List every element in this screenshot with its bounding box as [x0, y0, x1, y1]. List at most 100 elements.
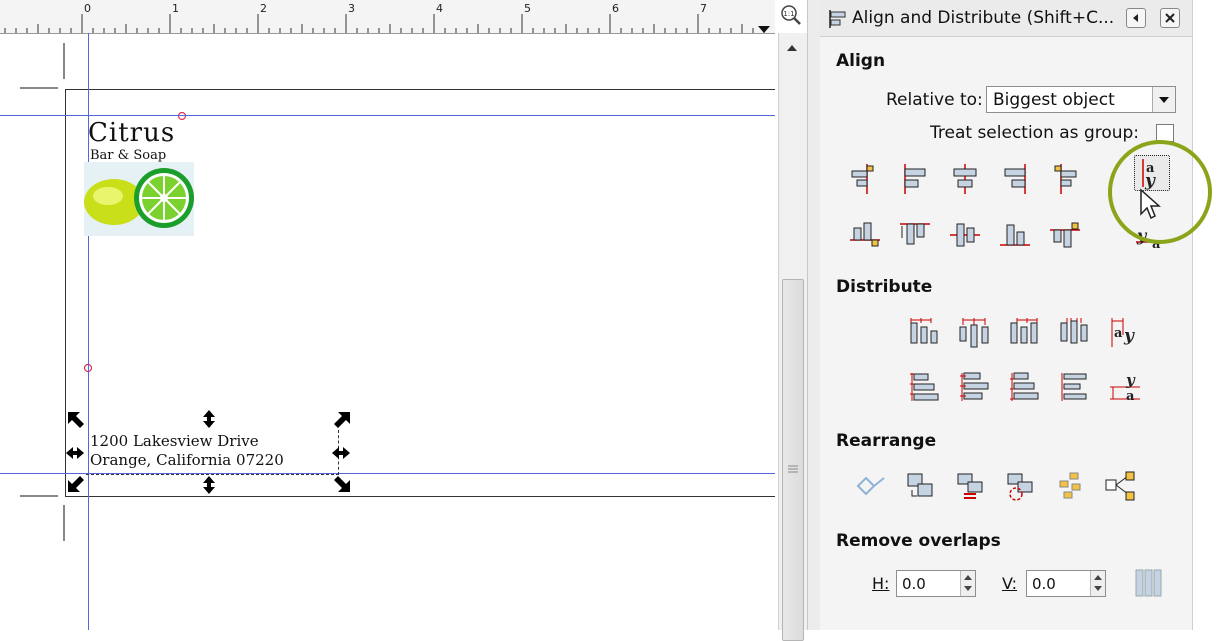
align-right-to-left-button[interactable] [848, 162, 882, 196]
center-on-vertical-axis-icon [953, 164, 977, 194]
dropdown-arrow-icon[interactable] [1152, 87, 1175, 112]
collapse-panel-button[interactable] [1126, 8, 1146, 28]
distribute-gaps-horizontal-icon [1060, 318, 1088, 344]
horizontal-ruler[interactable]: 0 1 2 3 4 5 6 7 [0, 0, 775, 34]
svg-text:1:1: 1:1 [783, 10, 794, 18]
relative-to-label: Relative to: [886, 90, 983, 110]
distribute-baselines-horizontal-button[interactable]: a y [1108, 315, 1142, 349]
distribute-gaps-horizontal-button[interactable] [1058, 315, 1092, 349]
citrus-illustration [84, 162, 194, 236]
align-bottom-edges-icon [1000, 224, 1030, 246]
exchange-positions-icon [907, 473, 933, 497]
grip-icon [788, 465, 798, 473]
scroll-up-arrow-icon[interactable] [787, 45, 797, 51]
relative-to-dropdown[interactable]: Biggest object [986, 86, 1176, 113]
distribute-gaps-vertical-button[interactable] [1058, 370, 1092, 404]
align-right-edges-button[interactable] [998, 162, 1032, 196]
guide-horizontal[interactable] [0, 115, 775, 116]
distribute-right-edges-button[interactable] [1008, 315, 1042, 349]
panel-title: Align and Distribute (Shift+C... [852, 8, 1115, 28]
distribute-right-edges-icon [1010, 318, 1038, 344]
exchange-positions-clockwise-button[interactable] [1004, 470, 1038, 504]
dock-separator[interactable] [807, 0, 821, 630]
vertical-scrollbar[interactable] [778, 33, 807, 641]
svg-text:a: a [1114, 326, 1123, 341]
unclump-icon [1105, 471, 1135, 501]
ruler-ticks [4, 14, 770, 33]
align-left-edges-to-right-icon [1054, 164, 1077, 194]
logo-tagline: Bar & Soap [90, 148, 167, 163]
h-gap-spinbox[interactable]: 0.0 [896, 570, 976, 597]
distribute-left-edges-icon [910, 318, 938, 344]
align-right-edges-to-left-icon [851, 164, 874, 194]
align-top-edges-button[interactable] [898, 218, 932, 252]
rearrange-heading: Rearrange [836, 431, 937, 451]
exchange-positions-selection-order-button[interactable] [904, 470, 938, 504]
distribute-top-edges-icon [910, 373, 939, 401]
ruler-number: 0 [84, 2, 91, 15]
v-gap-value: 0.0 [1032, 575, 1056, 593]
align-right-edges-icon [1004, 164, 1026, 194]
collapse-left-icon [1133, 14, 1138, 22]
randomize-positions-button[interactable] [1054, 470, 1088, 504]
ruler-number: 2 [260, 2, 267, 15]
distribute-text-baselines-horizontal-icon: a y [1111, 318, 1135, 347]
graph-layout-icon [856, 476, 885, 496]
remove-overlaps-heading: Remove overlaps [836, 531, 1001, 551]
logo-title: Citrus [88, 118, 176, 148]
distribute-centers-vertical-icon [960, 372, 989, 401]
align-panel-icon [829, 10, 846, 28]
center-vertical-axis-button[interactable] [948, 162, 982, 196]
align-left-to-right-button[interactable] [1048, 162, 1082, 196]
h-gap-value: 0.0 [902, 575, 926, 593]
graph-layout-button[interactable] [854, 470, 888, 504]
distribute-gaps-vertical-icon [1061, 373, 1087, 401]
h-gap-label: H: [872, 574, 890, 593]
distribute-bottom-edges-icon [1010, 372, 1039, 401]
exchange-positions-stacking-button[interactable] [954, 470, 988, 504]
align-top-edges-icon [900, 223, 930, 245]
distribute-text-baselines-vertical-icon: y a [1110, 371, 1140, 404]
distribute-heading: Distribute [836, 277, 933, 297]
canvas-area[interactable]: 0 1 2 3 4 5 6 7 Citrus Bar & Soap 1200 L… [0, 0, 775, 630]
randomize-positions-icon [1059, 472, 1081, 499]
right-dock-edge [1192, 0, 1217, 630]
relative-to-value: Biggest object [993, 90, 1115, 110]
align-left-edges-button[interactable] [898, 162, 932, 196]
selection-handles[interactable] [66, 410, 356, 496]
center-horizontal-axis-button[interactable] [948, 218, 982, 252]
distribute-left-edges-button[interactable] [908, 315, 942, 349]
distribute-top-edges-button[interactable] [908, 370, 942, 404]
ruler-number: 3 [348, 2, 355, 15]
align-left-edges-icon [904, 164, 926, 194]
svg-text:y: y [1125, 371, 1136, 389]
distribute-centers-horizontal-button[interactable] [958, 315, 992, 349]
distribute-centers-vertical-button[interactable] [958, 370, 992, 404]
unclump-objects-button[interactable] [1104, 470, 1138, 504]
align-distribute-panel: Align and Distribute (Shift+C... Align R… [820, 0, 1192, 630]
exchange-positions-stacking-icon [957, 473, 983, 499]
close-panel-button[interactable] [1160, 8, 1180, 28]
svg-text:y: y [1123, 326, 1135, 346]
ruler-number: 1 [172, 2, 179, 15]
logo[interactable]: Citrus Bar & Soap [84, 118, 199, 236]
remove-overlaps-icon [1135, 569, 1162, 597]
v-gap-spinner-icon[interactable] [1090, 571, 1105, 596]
ruler-number: 5 [524, 2, 531, 15]
align-top-edges-to-bottom-icon [1050, 222, 1080, 248]
distribute-centers-horizontal-icon [959, 318, 989, 348]
v-gap-label: V: [1002, 574, 1018, 593]
ruler-number: 6 [612, 2, 619, 15]
align-top-to-bottom-button[interactable] [1048, 218, 1082, 252]
zoom-1-to-1-icon[interactable]: 1:1 [780, 4, 802, 26]
ruler-number: 4 [436, 2, 443, 15]
remove-overlaps-button[interactable] [1132, 566, 1166, 600]
align-bottom-to-top-button[interactable] [848, 218, 882, 252]
distribute-baselines-vertical-button[interactable]: y a [1108, 370, 1142, 404]
align-bottom-edges-button[interactable] [998, 218, 1032, 252]
distribute-bottom-edges-button[interactable] [1008, 370, 1042, 404]
h-gap-spinner-icon[interactable] [960, 571, 975, 596]
v-gap-spinbox[interactable]: 0.0 [1026, 570, 1106, 597]
panel-title-bar[interactable]: Align and Distribute (Shift+C... [820, 0, 1192, 37]
scroll-thumb[interactable] [782, 279, 804, 641]
